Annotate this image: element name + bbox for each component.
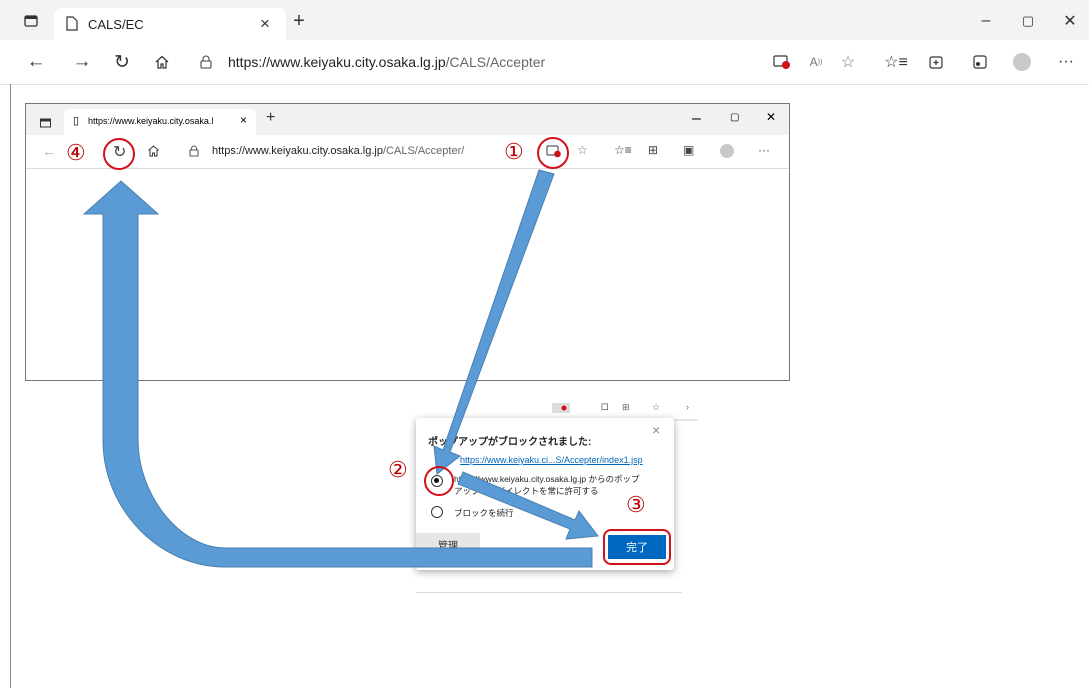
annotation-arrows	[82, 169, 599, 568]
highlight-refresh-icon	[103, 138, 135, 170]
callout-3: ③	[626, 493, 646, 518]
highlight-popup-icon	[537, 137, 569, 169]
arrow-blocked-icon-to-radio	[433, 169, 555, 475]
arrow-radio-to-done	[457, 471, 599, 540]
callout-1: ①	[504, 140, 524, 165]
callout-4: ④	[66, 141, 86, 166]
highlight-done-button	[603, 529, 671, 565]
callout-2: ②	[388, 458, 408, 483]
highlight-radio	[424, 466, 454, 496]
